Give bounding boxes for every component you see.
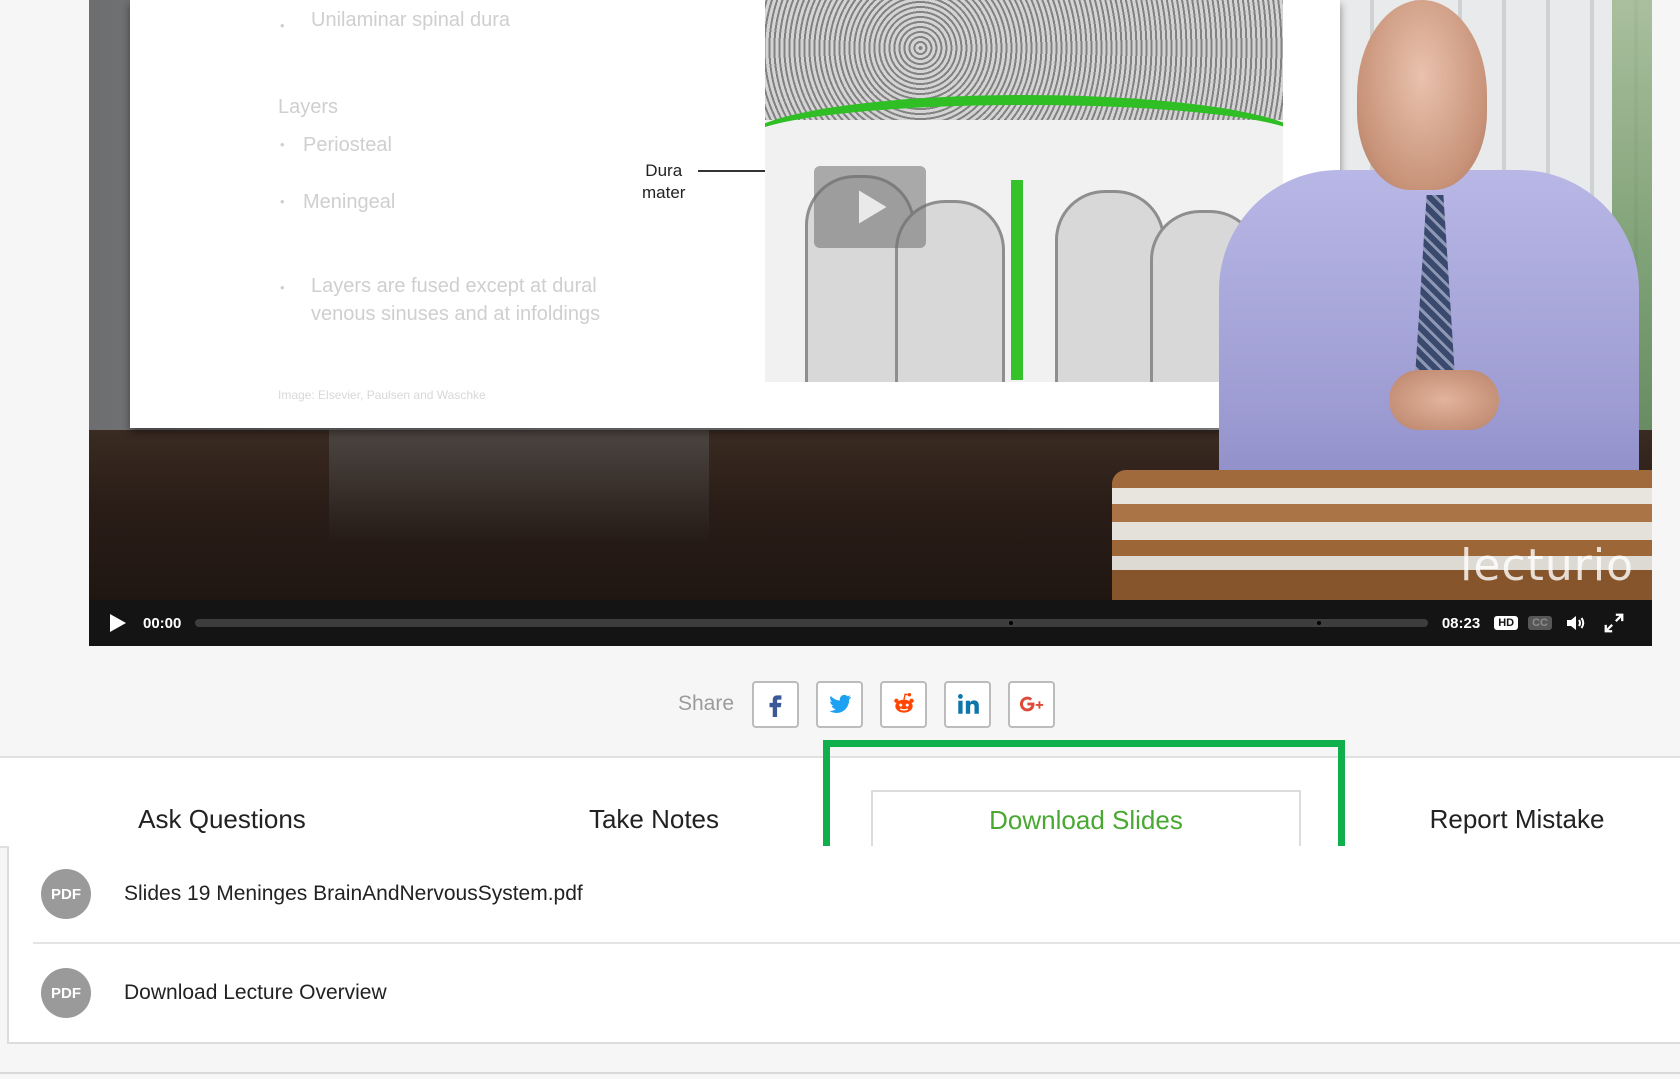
slide-bullet-top: Unilaminar spinal dura (311, 9, 510, 31)
tab-report-mistake[interactable]: Report Mistake (1301, 790, 1680, 848)
slide-layers-heading: Layers (278, 96, 339, 118)
figure-label-pointer (698, 170, 768, 172)
play-button[interactable] (103, 609, 131, 637)
download-item[interactable]: PDF Slides 19 Meninges BrainAndNervousSy… (33, 846, 1680, 944)
falx-cerebri (1011, 180, 1023, 380)
brain-gyrus (1055, 190, 1165, 382)
pdf-icon: PDF (41, 968, 91, 1018)
slide-bullet-dot: • (280, 18, 285, 33)
tab-ask-questions[interactable]: Ask Questions (0, 790, 444, 848)
presenter-head (1357, 0, 1487, 190)
slide-bullet-dot: • (280, 194, 285, 209)
downloads-panel: PDF Slides 19 Meninges BrainAndNervousSy… (7, 846, 1680, 1044)
download-item-name[interactable]: Slides 19 Meninges BrainAndNervousSystem… (124, 882, 583, 906)
slide-note-line: venous sinuses and at infoldings (311, 303, 601, 325)
share-linkedin-button[interactable] (944, 680, 992, 728)
progress-bar[interactable] (195, 619, 1428, 627)
brand-watermark: lecturio (1460, 540, 1634, 591)
presenter-hands (1389, 370, 1499, 430)
play-icon (110, 614, 126, 632)
slide-note-line: Layers are fused except at dural (311, 275, 597, 297)
pdf-icon: PDF (41, 869, 91, 919)
current-time: 00:00 (143, 614, 182, 632)
download-item[interactable]: PDF Download Lecture Overview (33, 944, 1680, 1042)
share-bar: Share (678, 680, 1072, 728)
share-facebook-button[interactable] (752, 680, 800, 728)
share-twitter-button[interactable] (816, 680, 864, 728)
google-plus-icon (1019, 696, 1043, 712)
floor-reflection (329, 430, 709, 540)
reddit-icon (893, 693, 914, 713)
facebook-icon (769, 695, 781, 717)
fullscreen-icon (1604, 613, 1624, 633)
play-icon (859, 190, 887, 224)
share-google-plus-button[interactable] (1008, 680, 1056, 728)
lecture-slide: • Unilaminar spinal dura Layers • Perios… (130, 0, 1340, 428)
captions-toggle[interactable]: CC (1528, 616, 1552, 630)
duration-time: 08:23 (1441, 614, 1481, 632)
video-player[interactable]: • Unilaminar spinal dura Layers • Perios… (89, 0, 1652, 646)
slide-image-credit: Image: Elsevier, Paulsen and Waschke (278, 388, 486, 402)
fullscreen-button[interactable] (1600, 609, 1628, 637)
figure-label-line: Dura (645, 161, 683, 180)
page-bottom-border (0, 1072, 1680, 1074)
tab-take-notes[interactable]: Take Notes (444, 790, 864, 848)
hd-toggle[interactable]: HD (1494, 616, 1519, 630)
linkedin-icon (957, 694, 979, 714)
volume-icon (1567, 616, 1585, 630)
chapter-marker (1008, 621, 1013, 625)
share-label: Share (678, 692, 735, 715)
share-reddit-button[interactable] (880, 680, 928, 728)
presenter (1219, 0, 1652, 490)
volume-button[interactable] (1562, 609, 1590, 637)
chapter-marker (1316, 621, 1321, 625)
slide-bullet-dot: • (280, 137, 285, 152)
figure-label-dura-mater: Dura mater (642, 160, 685, 204)
big-play-button[interactable] (814, 166, 926, 248)
slide-layer-item: Meningeal (303, 191, 396, 213)
figure-label-line: mater (642, 183, 686, 202)
slide-layer-item: Periosteal (303, 134, 392, 156)
twitter-icon (828, 694, 851, 713)
download-item-name[interactable]: Download Lecture Overview (124, 981, 387, 1005)
slide-bullet-dot: • (280, 280, 285, 295)
video-control-bar: 00:00 08:23 HD CC (89, 600, 1652, 646)
